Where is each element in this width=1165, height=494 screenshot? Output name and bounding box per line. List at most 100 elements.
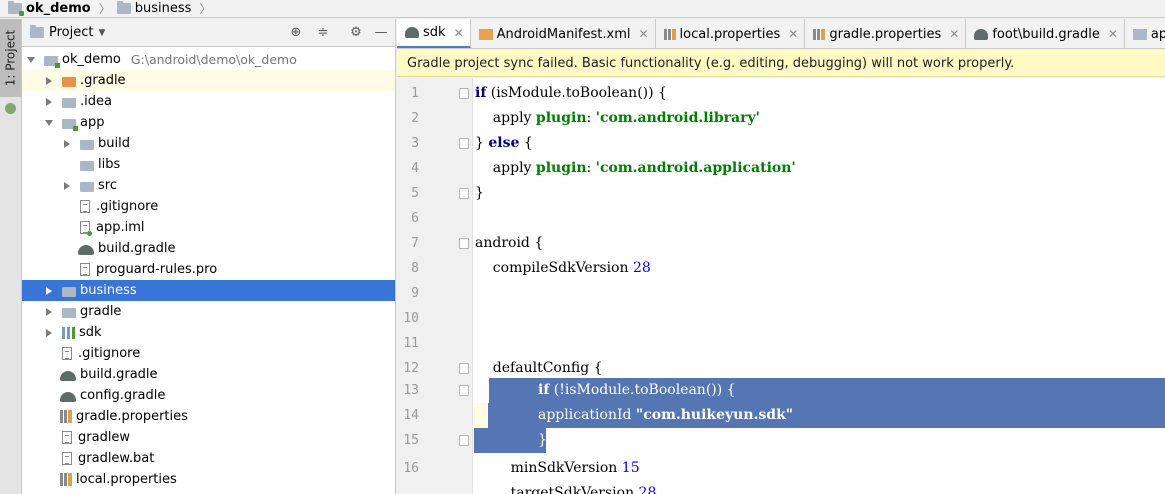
tree-item-build[interactable]: build: [22, 133, 395, 154]
line-number: 11: [403, 336, 419, 351]
gradle-icon: [60, 391, 76, 402]
breadcrumb-separator-icon: 〉: [98, 2, 111, 16]
fold-marker-icon[interactable]: [459, 363, 469, 374]
tab-label: gradle.properties: [829, 26, 942, 42]
navigation-bar: ok_demo 〉 business 〉: [0, 0, 1165, 18]
line-number: 5: [411, 186, 419, 201]
close-icon[interactable]: ✕: [788, 27, 798, 41]
line-number: 6: [411, 211, 419, 226]
code-line: 16 minSdkVersion 15: [397, 456, 1165, 481]
tab-android-manifest[interactable]: AndroidManifest.xml ✕: [471, 19, 656, 48]
fold-marker-icon[interactable]: [459, 188, 469, 199]
tree-item-app-gitignore[interactable]: .gitignore: [22, 196, 395, 217]
tree-item-ok-demo[interactable]: ok_demo G:\android\demo\ok_demo: [22, 49, 395, 70]
collapse-arrow-icon[interactable]: [44, 97, 54, 107]
collapse-arrow-icon[interactable]: [44, 76, 54, 86]
fold-marker-icon[interactable]: [459, 138, 469, 149]
tab-label: AndroidManifest.xml: [496, 26, 631, 42]
collapse-arrow-icon[interactable]: [44, 307, 54, 317]
tree-item-business[interactable]: business: [22, 280, 395, 301]
android-icon[interactable]: [5, 103, 16, 114]
text-file-icon: [62, 347, 72, 360]
code-text: apply plugin: 'com.android.application': [475, 160, 796, 176]
line-number: 10: [403, 311, 419, 326]
line-number: 16: [403, 461, 419, 476]
chevron-down-icon: ▼: [98, 27, 106, 38]
close-icon[interactable]: ✕: [949, 27, 959, 41]
tree-item-src[interactable]: src: [22, 175, 395, 196]
close-icon[interactable]: ✕: [638, 27, 648, 41]
fold-marker-icon[interactable]: [459, 435, 469, 446]
tab-label: sdk: [423, 25, 446, 40]
properties-file-icon: [60, 410, 72, 423]
collapse-arrow-icon[interactable]: [62, 139, 72, 149]
code-text: apply plugin: 'com.android.library': [475, 110, 760, 126]
project-tool-tab[interactable]: 1: Project: [0, 19, 21, 97]
code-line: 4 apply plugin: 'com.android.application…: [397, 156, 1165, 181]
breadcrumb-separator-icon: 〉: [199, 2, 212, 16]
tree-item-label: proguard-rules.pro: [96, 262, 218, 277]
line-number: 1: [411, 86, 419, 101]
expand-arrow-icon[interactable]: [26, 55, 36, 65]
code-line: 14 applicationId "com.huikeyun.sdk": [397, 403, 1165, 428]
expand-arrow-icon[interactable]: [44, 118, 54, 128]
line-number: 7: [411, 236, 419, 251]
line-number: 13: [403, 383, 419, 398]
tree-item-libs[interactable]: libs: [22, 154, 395, 175]
folder-icon: [80, 160, 94, 171]
properties-file-icon: [60, 473, 72, 486]
tab-sdk[interactable]: sdk ✕: [397, 19, 471, 48]
tree-item-root-build-gradle[interactable]: build.gradle: [22, 364, 395, 385]
collapse-arrow-icon[interactable]: [62, 181, 72, 191]
tab-app-iml[interactable]: app.iml ✕: [1125, 19, 1165, 48]
folder-icon: [62, 307, 76, 318]
tree-item-root-gitignore[interactable]: .gitignore: [22, 343, 395, 364]
fold-marker-icon[interactable]: [459, 238, 469, 249]
sync-failed-banner: Gradle project sync failed. Basic functi…: [397, 50, 1165, 77]
tree-item-gradle-folder[interactable]: gradle: [22, 301, 395, 322]
breadcrumb-child[interactable]: business 〉: [116, 0, 218, 17]
fold-marker-icon[interactable]: [459, 88, 469, 99]
tab-local-properties[interactable]: local.properties ✕: [656, 19, 806, 48]
tree-item-app-build-gradle[interactable]: build.gradle: [22, 238, 395, 259]
code-editor[interactable]: 1 if (isModule.toBoolean()) { 2 apply pl…: [397, 78, 1165, 494]
tree-item-label: ok_demo: [62, 52, 121, 67]
tree-item-gradlew[interactable]: gradlew: [22, 427, 395, 448]
tree-item-proguard[interactable]: proguard-rules.pro: [22, 259, 395, 280]
tree-item-gradle-dir[interactable]: .gradle: [22, 70, 395, 91]
tree-item-gradle-properties[interactable]: gradle.properties: [22, 406, 395, 427]
line-number: 4: [411, 161, 419, 176]
code-text: }: [538, 432, 547, 448]
tree-item-label: local.properties: [76, 472, 177, 487]
tree-item-app-iml[interactable]: app.iml: [22, 217, 395, 238]
tree-item-idea[interactable]: .idea: [22, 91, 395, 112]
tree-item-label: build.gradle: [98, 241, 176, 256]
tree-item-gradlew-bat[interactable]: gradlew.bat: [22, 448, 395, 469]
project-tool-tab-label: 1: Project: [3, 29, 18, 87]
line-number: 2: [411, 111, 419, 126]
collapse-arrow-icon[interactable]: [44, 286, 54, 296]
tab-foot-build-gradle[interactable]: foot\build.gradle ✕: [966, 19, 1125, 48]
tree-item-config-gradle[interactable]: config.gradle: [22, 385, 395, 406]
tab-gradle-properties[interactable]: gradle.properties ✕: [805, 19, 967, 48]
scroll-from-source-icon[interactable]: ⊕: [288, 25, 304, 41]
tree-item-sdk[interactable]: sdk: [22, 322, 395, 343]
tree-item-local-properties[interactable]: local.properties: [22, 469, 395, 490]
collapse-arrow-icon[interactable]: [44, 328, 54, 338]
collapse-all-icon[interactable]: ≑: [315, 25, 331, 41]
gear-icon[interactable]: ⚙: [348, 25, 364, 41]
code-text: if (isModule.toBoolean()) {: [475, 85, 667, 101]
editor-tab-bar: sdk ✕ AndroidManifest.xml ✕ local.proper…: [397, 19, 1165, 49]
breadcrumb-root[interactable]: ok_demo 〉: [8, 0, 117, 17]
minimize-icon[interactable]: —: [373, 25, 389, 41]
fold-marker-icon[interactable]: [459, 385, 469, 396]
close-icon[interactable]: ✕: [454, 26, 464, 40]
close-icon[interactable]: ✕: [1108, 27, 1118, 41]
tree-item-label: .idea: [80, 94, 112, 109]
view-mode-select[interactable]: Project ▼: [30, 25, 105, 40]
view-mode-label: Project: [49, 25, 94, 40]
code-line: 3 } else {: [397, 131, 1165, 156]
tree-item-label: config.gradle: [80, 388, 166, 403]
line-number: 8: [411, 261, 419, 276]
tree-item-app[interactable]: app: [22, 112, 395, 133]
